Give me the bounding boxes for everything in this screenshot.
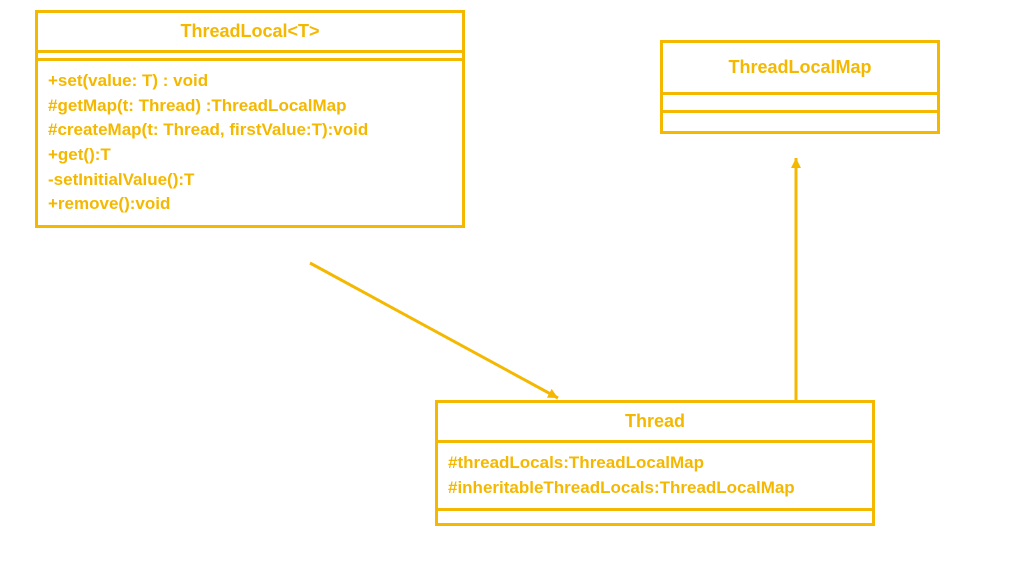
method-line: +get():T <box>48 143 452 168</box>
arrow-threadlocal-to-thread <box>310 263 558 398</box>
attribute-line: #inheritableThreadLocals:ThreadLocalMap <box>448 476 862 501</box>
attributes-compartment-empty <box>663 95 937 113</box>
methods-compartment-empty <box>663 113 937 131</box>
method-line: +remove():void <box>48 192 452 217</box>
method-line: #createMap(t: Thread, firstValue:T):void <box>48 118 452 143</box>
uml-class-threadlocalmap: ThreadLocalMap <box>660 40 940 134</box>
attributes-compartment: #threadLocals:ThreadLocalMap #inheritabl… <box>438 443 872 511</box>
class-title: ThreadLocal<T> <box>38 13 462 53</box>
method-line: #getMap(t: Thread) :ThreadLocalMap <box>48 94 452 119</box>
methods-compartment: +set(value: T) : void #getMap(t: Thread)… <box>38 61 462 225</box>
class-title: Thread <box>438 403 872 443</box>
attributes-compartment-empty <box>38 53 462 61</box>
class-title: ThreadLocalMap <box>663 43 937 95</box>
methods-compartment-empty <box>438 511 872 523</box>
method-line: +set(value: T) : void <box>48 69 452 94</box>
method-line: -setInitialValue():T <box>48 168 452 193</box>
uml-class-threadlocal: ThreadLocal<T> +set(value: T) : void #ge… <box>35 10 465 228</box>
uml-class-thread: Thread #threadLocals:ThreadLocalMap #inh… <box>435 400 875 526</box>
attribute-line: #threadLocals:ThreadLocalMap <box>448 451 862 476</box>
